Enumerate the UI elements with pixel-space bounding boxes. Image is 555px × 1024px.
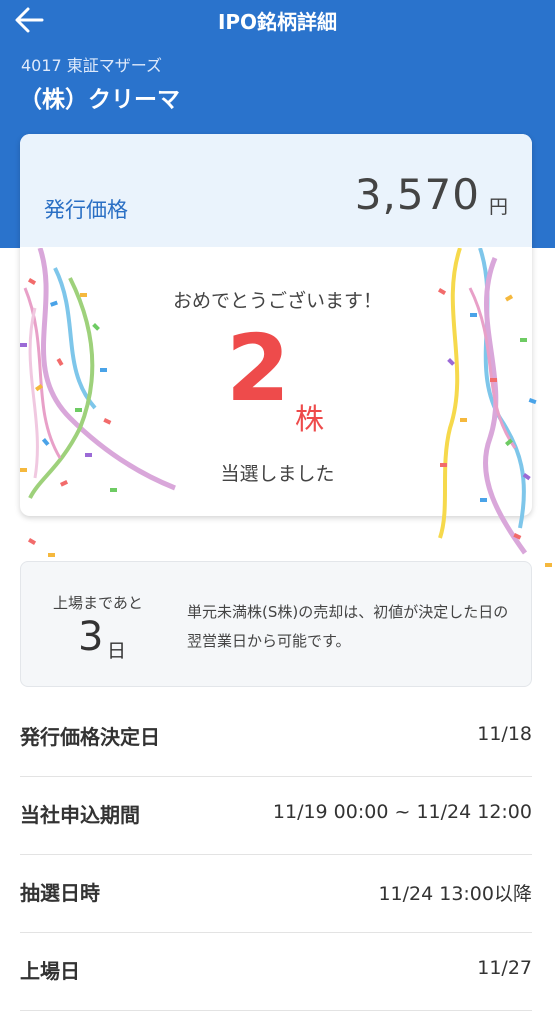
days-until-listing-label: 上場まであと — [53, 594, 143, 612]
stock-name: （株）クリーマ — [19, 87, 180, 113]
odd-lot-sale-note: 単元未満株(S株)の売却は、初値が決定した日の翌営業日から可能です。 — [187, 603, 509, 650]
congrats-text: おめでとうございます！ — [172, 290, 382, 312]
detail-label: 当社申込期間 — [20, 803, 140, 827]
detail-row-lottery-datetime: 抽選日時 11/24 13:00以降 — [20, 855, 532, 933]
stock-code-market: 4017 東証マザーズ — [21, 56, 163, 75]
screen-title: IPO銘柄詳細 — [217, 10, 338, 34]
detail-row-application-period: 当社申込期間 11/19 00:00 ~ 11/24 12:00 — [20, 777, 532, 855]
detail-value: 11/18 — [477, 723, 532, 745]
detail-value: 11/27 — [477, 957, 532, 979]
detail-label: 上場日 — [20, 959, 80, 983]
won-share-count: 2 — [226, 315, 291, 422]
days-until-listing-value: 3 — [78, 614, 104, 660]
listing-countdown-box: 上場まであと 3 日 単元未満株(S株)の売却は、初値が決定した日の翌営業日から… — [20, 561, 532, 687]
detail-row-listing-date: 上場日 11/27 — [20, 933, 532, 1011]
detail-value: 11/24 13:00以降 — [378, 883, 532, 905]
detail-row-price-decision-date: 発行価格決定日 11/18 — [20, 699, 532, 777]
price-band: 発行価格 3,570 円 — [20, 134, 532, 247]
detail-label: 発行価格決定日 — [20, 725, 160, 749]
won-share-unit: 株 — [295, 402, 325, 436]
issue-price-value: 3,570 — [354, 170, 480, 219]
detail-value: 11/19 00:00 ~ 11/24 12:00 — [272, 801, 532, 823]
days-unit: 日 — [107, 640, 127, 662]
won-message: 当選しました — [220, 463, 335, 485]
detail-label: 抽選日時 — [20, 881, 100, 905]
issue-price-label: 発行価格 — [44, 198, 128, 222]
issue-price-unit: 円 — [488, 196, 508, 218]
